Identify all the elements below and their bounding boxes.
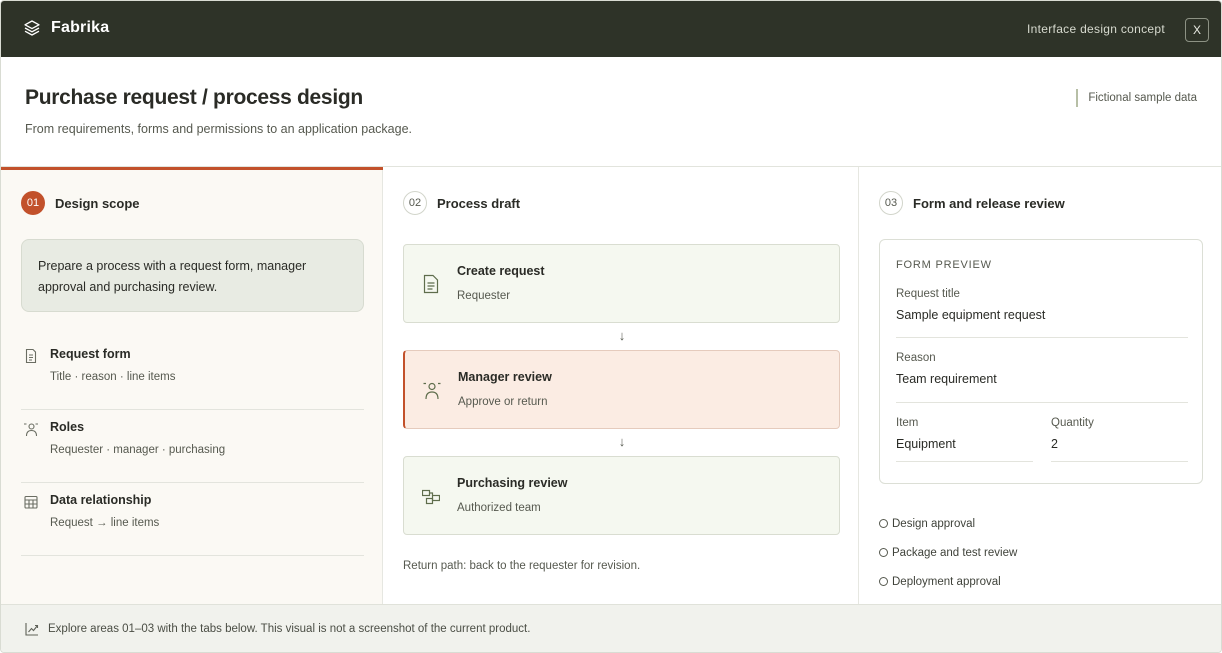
- field-quantity[interactable]: Quantity 2: [1051, 417, 1188, 462]
- step-title: Process draft: [437, 195, 521, 211]
- field-value: 2: [1051, 437, 1058, 451]
- flow-card-title: Manager review: [458, 370, 552, 384]
- flow-card-manager-review[interactable]: Manager review Approve or return: [403, 350, 840, 429]
- field-divider: [896, 337, 1188, 338]
- field-divider: [896, 461, 1033, 462]
- scope-item-title: Data relationship: [50, 493, 152, 507]
- design-scope-panel[interactable]: 01 Design scope Prepare a process with a…: [1, 167, 383, 604]
- flow-card-sub: Approve or return: [458, 396, 548, 408]
- field-item[interactable]: Item Equipment: [896, 417, 1033, 462]
- page-header: Purchase request / process design From r…: [1, 57, 1221, 167]
- step-header-02[interactable]: 02 Process draft: [403, 191, 520, 215]
- scope-item-roles[interactable]: Roles Requester · manager · purchasing: [21, 410, 364, 483]
- step-title: Design scope: [55, 195, 140, 211]
- scope-item-sub: Request → line items: [50, 517, 160, 529]
- trend-icon: [25, 623, 39, 636]
- flow-card-purchasing-review[interactable]: Purchasing review Authorized team: [403, 456, 840, 535]
- form-preview: FORM PREVIEW Request title Sample equipm…: [879, 239, 1203, 484]
- page-subtitle: From requirements, forms and permissions…: [25, 122, 412, 136]
- scope-item-sub: Title · reason · line items: [50, 371, 176, 383]
- layers-icon: [24, 20, 40, 36]
- flow-card-title: Purchasing review: [457, 476, 568, 490]
- check-label: Design approval: [892, 517, 976, 530]
- scope-item-data-relationship[interactable]: Data relationship Request → line items: [21, 483, 364, 556]
- footer-note: Explore areas 01–03 with the tabs below.…: [48, 623, 531, 635]
- org-icon: [422, 489, 440, 505]
- field-divider: [1051, 461, 1188, 462]
- scope-item-request-form[interactable]: Request form Title · reason · line items: [21, 337, 364, 410]
- page-title: Purchase request / process design: [25, 86, 363, 109]
- field-label: Reason: [896, 352, 936, 364]
- form-preview-label: FORM PREVIEW: [896, 259, 992, 271]
- sample-data-tag: Fictional sample data: [1076, 89, 1197, 107]
- field-value: Team requirement: [896, 372, 997, 386]
- step-header-01[interactable]: 01 Design scope: [21, 191, 140, 215]
- scope-list: Request form Title · reason · line items…: [21, 337, 364, 556]
- check-label: Deployment approval: [892, 575, 1001, 588]
- check-package-test-review[interactable]: Package and test review: [879, 538, 1017, 567]
- footer: Explore areas 01–03 with the tabs below.…: [1, 604, 1221, 652]
- app-window: Fabrika Interface design concept X Purch…: [0, 0, 1222, 653]
- table-icon: [24, 495, 38, 509]
- arrow-down-icon: ↓: [618, 434, 626, 449]
- release-checklist: Design approval Package and test review …: [879, 509, 1017, 596]
- scope-item-title: Roles: [50, 420, 85, 434]
- check-deployment-approval[interactable]: Deployment approval: [879, 567, 1017, 596]
- process-draft-panel[interactable]: 02 Process draft Create request Requeste…: [383, 167, 859, 604]
- circle-icon: [879, 577, 888, 586]
- app-name: Fabrika: [51, 19, 110, 36]
- field-label: Item: [896, 417, 919, 429]
- step-header-03[interactable]: 03 Form and release review: [879, 191, 1065, 215]
- brand: Fabrika: [23, 19, 109, 37]
- field-label: Quantity: [1051, 417, 1094, 429]
- close-button[interactable]: X: [1185, 18, 1209, 42]
- prompt-box: Prepare a process with a request form, m…: [21, 239, 364, 312]
- return-path-note: Return path: back to the requester for r…: [403, 560, 641, 572]
- circle-icon: [879, 548, 888, 557]
- document-icon: [25, 348, 37, 364]
- field-value: Sample equipment request: [896, 308, 1046, 322]
- circle-icon: [879, 519, 888, 528]
- scope-item-title: Request form: [50, 347, 131, 361]
- field-request-title[interactable]: Request title Sample equipment request: [896, 288, 1188, 338]
- concept-note: Interface design concept: [1027, 22, 1165, 36]
- step-number: 03: [879, 191, 903, 215]
- person-icon: [24, 423, 38, 437]
- scope-item-sub: Requester · manager · purchasing: [50, 444, 226, 456]
- flow-card-title: Create request: [457, 264, 545, 278]
- check-design-approval[interactable]: Design approval: [879, 509, 1017, 538]
- person-icon: [423, 382, 441, 400]
- check-label: Package and test review: [892, 546, 1018, 559]
- field-label: Request title: [896, 288, 960, 300]
- arrow-down-icon: ↓: [618, 328, 626, 343]
- field-reason[interactable]: Reason Team requirement: [896, 352, 1188, 403]
- top-bar: Fabrika Interface design concept X: [1, 1, 1221, 57]
- form-release-panel[interactable]: 03 Form and release review FORM PREVIEW …: [859, 167, 1221, 604]
- step-title: Form and release review: [913, 195, 1065, 211]
- flow-card-sub: Authorized team: [457, 502, 541, 514]
- flow-card-sub: Requester: [457, 290, 511, 302]
- field-divider: [896, 402, 1188, 403]
- field-value: Equipment: [896, 437, 956, 451]
- active-tab-indicator: [1, 167, 383, 170]
- flow-card-create-request[interactable]: Create request Requester: [403, 244, 840, 323]
- document-icon: [423, 274, 439, 294]
- step-number: 01: [21, 191, 45, 215]
- step-number: 02: [403, 191, 427, 215]
